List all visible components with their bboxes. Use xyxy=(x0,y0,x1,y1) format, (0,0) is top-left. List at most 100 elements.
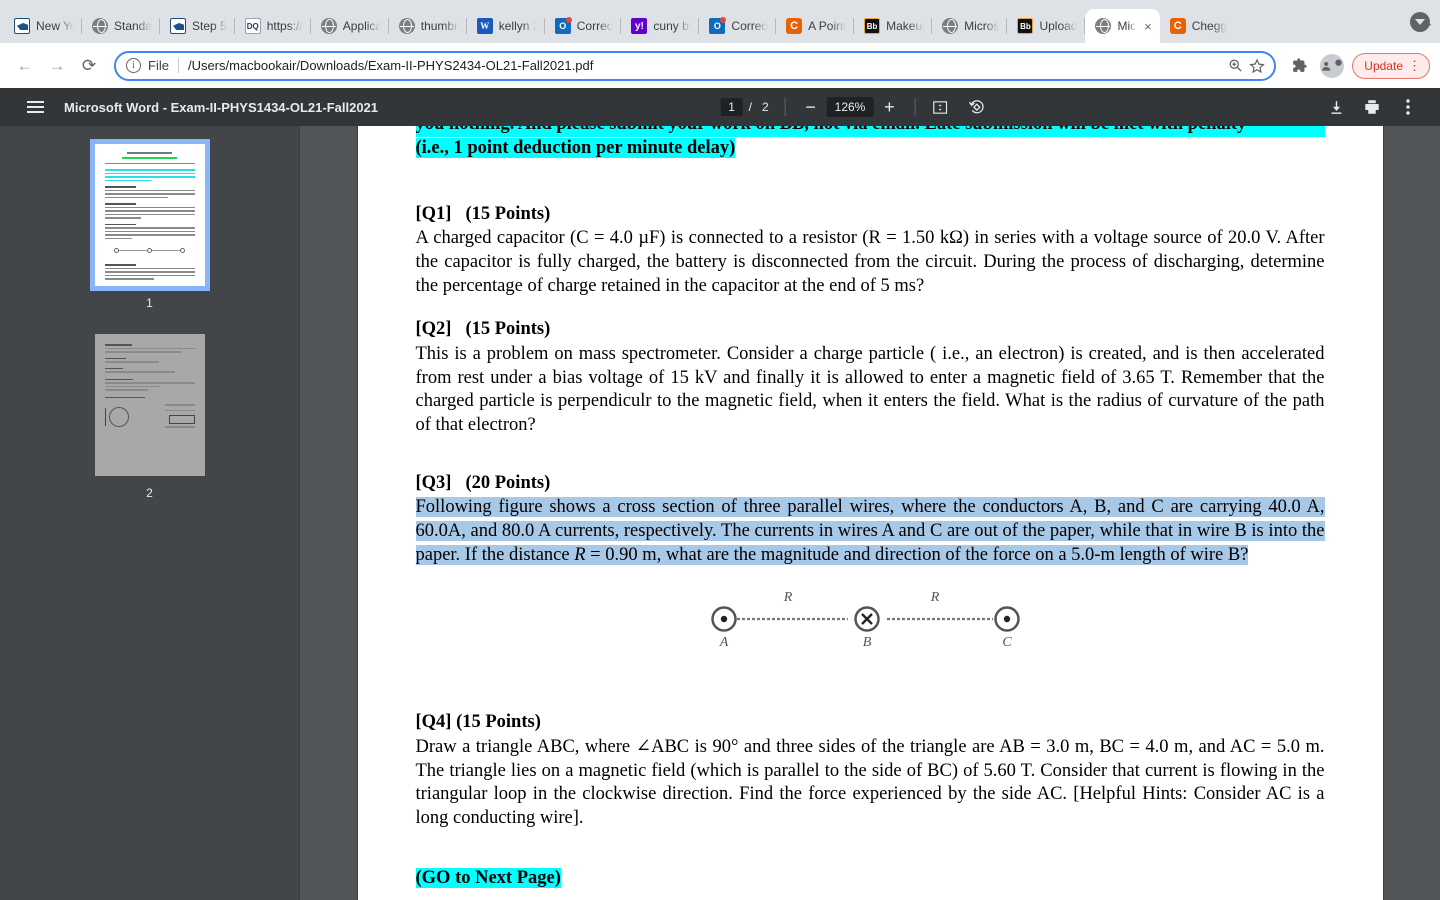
download-icon[interactable] xyxy=(1326,97,1346,117)
q4-tag: [Q4] (15 Points) xyxy=(415,712,541,733)
tab-title: Standa xyxy=(114,19,152,33)
thumbnail-item-2[interactable]: 2 xyxy=(0,334,299,500)
chegg-icon: C xyxy=(786,18,803,34)
fit-to-page-icon[interactable] xyxy=(927,94,953,120)
site-info-icon[interactable]: i xyxy=(126,58,141,73)
browser-tab[interactable]: DQ https:// xyxy=(235,9,311,43)
window-menu-button[interactable] xyxy=(1410,12,1430,32)
chrome-menu-icon[interactable]: ⋮ xyxy=(1408,59,1421,72)
q3-points: (20 Points) xyxy=(465,472,551,493)
question-body-q2: This is a problem on mass spectrometer. … xyxy=(415,344,1325,436)
ny-state-icon xyxy=(14,18,30,34)
tab-title: Makeup xyxy=(886,19,924,33)
svg-text:B: B xyxy=(863,635,872,650)
profile-avatar[interactable] xyxy=(1320,53,1345,78)
pdf-doc-icon: DQ xyxy=(244,18,261,34)
forward-button[interactable]: → xyxy=(42,51,72,81)
browser-tab[interactable]: y! cuny bl xyxy=(621,9,700,43)
browser-tab[interactable]: Micros xyxy=(932,9,1008,43)
update-button[interactable]: Update ⋮ xyxy=(1352,52,1430,79)
question-heading-q3: [Q3] (20 Points) xyxy=(416,472,1325,496)
browser-tab[interactable]: thumbn xyxy=(389,9,467,43)
pdf-body: 1 2 (i.e., 1 point deduction per minute … xyxy=(0,126,1440,900)
browser-tab[interactable]: O Correo xyxy=(699,9,776,43)
pdf-toolbar-actions xyxy=(1326,97,1440,117)
browser-tab[interactable]: O Correo xyxy=(545,9,622,43)
document-scroll-area[interactable]: you nothing. And please submit your work… xyxy=(300,126,1440,900)
q1-points: (15 Points) xyxy=(465,203,551,224)
outlook-icon: O xyxy=(554,17,572,34)
q1-tag: [Q1] xyxy=(415,203,452,224)
browser-chrome: New Yo Standa Step 5 DQ https:// Applica thumb… xyxy=(0,0,1440,88)
globe-icon xyxy=(92,18,108,34)
blackboard-icon: Bb xyxy=(1017,18,1034,34)
tab-strip: New Yo Standa Step 5 DQ https:// Applica thumb… xyxy=(0,0,1440,43)
tab-title: Chegg xyxy=(1191,19,1228,33)
thumbnail-sidebar[interactable]: 1 2 xyxy=(0,126,300,900)
toolbar-divider xyxy=(784,98,786,116)
tab-title: Mic xyxy=(1117,19,1137,33)
print-icon[interactable] xyxy=(1362,97,1382,117)
page-thumbnail-1[interactable] xyxy=(89,139,210,291)
browser-tab[interactable]: C A Point xyxy=(776,9,855,43)
browser-tab[interactable]: Step 5 xyxy=(160,9,235,43)
pdf-page-controls: 1 / 2 − 126% + xyxy=(720,94,990,120)
outlook-icon: O xyxy=(709,17,727,34)
zoom-in-button[interactable]: + xyxy=(876,94,902,120)
url-text[interactable]: /Users/macbookair/Downloads/Exam-II-PHYS… xyxy=(188,58,1224,73)
globe-icon xyxy=(398,18,415,34)
omnibox-divider xyxy=(177,58,179,73)
extensions-button[interactable] xyxy=(1286,53,1312,79)
pdf-document-title: Microsoft Word - Exam-II-PHYS1434-OL21-F… xyxy=(64,99,379,115)
pdf-toolbar: Microsoft Word - Exam-II-PHYS1434-OL21-F… xyxy=(0,88,1440,126)
zoom-level-label[interactable]: 126% xyxy=(826,97,874,117)
browser-tab[interactable]: Bb Upload xyxy=(1007,9,1086,43)
toolbar-divider-2 xyxy=(914,98,916,116)
url-scheme-label: File xyxy=(148,58,169,73)
browser-tab[interactable]: Bb Makeup xyxy=(854,9,933,43)
thumbnail-page-number: 2 xyxy=(146,486,153,500)
tab-close-icon[interactable]: × xyxy=(1144,20,1152,33)
browser-tab[interactable]: Mic × xyxy=(1085,9,1160,43)
browser-tab[interactable]: C Chegg xyxy=(1160,9,1235,43)
thumbnail-item-1[interactable]: 1 xyxy=(0,139,299,310)
tab-title: Upload xyxy=(1039,19,1078,33)
thumbnail-page-number: 1 xyxy=(146,296,153,310)
page-thumbnail-2[interactable] xyxy=(94,334,205,476)
update-label: Update xyxy=(1364,58,1403,73)
question-body-q1: A charged capacitor (C = 4.0 µF) is conn… xyxy=(415,228,1325,296)
tab-title: Step 5 xyxy=(192,19,227,33)
browser-tab[interactable]: Standa xyxy=(82,9,160,43)
tab-title: Micros xyxy=(964,19,1000,33)
reload-button[interactable]: ⟳ xyxy=(74,51,104,81)
rotate-icon[interactable] xyxy=(963,94,989,120)
svg-text:A: A xyxy=(719,635,729,650)
chegg-icon: C xyxy=(1169,18,1186,34)
browser-tab[interactable]: Applica xyxy=(311,9,389,43)
blackboard-icon: Bb xyxy=(864,18,881,34)
tab-title: A Point xyxy=(808,19,847,33)
zoom-in-icon[interactable] xyxy=(1224,55,1246,77)
star-icon[interactable] xyxy=(1246,55,1268,77)
word-icon: W xyxy=(476,18,493,34)
tab-title: Correo xyxy=(731,19,769,33)
back-arrow-icon: ← xyxy=(16,55,34,75)
tab-title: kellyn 2 xyxy=(498,19,537,33)
browser-tab[interactable]: Wkellyn 2 xyxy=(467,9,545,43)
question-heading-q1: [Q1] (15 Points) xyxy=(416,203,1325,227)
back-button[interactable]: ← xyxy=(10,51,40,81)
hamburger-menu-icon[interactable] xyxy=(16,88,54,126)
question-heading-q2: [Q2] (15 Points) xyxy=(416,318,1325,342)
current-page-input[interactable]: 1 xyxy=(720,98,743,116)
ny-state-icon xyxy=(170,18,186,34)
question-body-q4: Draw a triangle ABC, where ∠ABC is 90° a… xyxy=(415,737,1325,829)
forward-arrow-icon: → xyxy=(48,55,66,75)
more-options-icon[interactable] xyxy=(1398,97,1418,117)
browser-tab[interactable]: New Yo xyxy=(4,9,82,43)
question-body-q3: Following figure shows a cross section o… xyxy=(415,496,1325,567)
info-glyph: i xyxy=(132,60,135,71)
globe-icon xyxy=(942,18,959,34)
pdf-page-1: you nothing. And please submit your work… xyxy=(357,126,1383,900)
zoom-out-button[interactable]: − xyxy=(798,94,824,120)
address-bar[interactable]: i File /Users/macbookair/Downloads/Exam-… xyxy=(114,50,1277,81)
